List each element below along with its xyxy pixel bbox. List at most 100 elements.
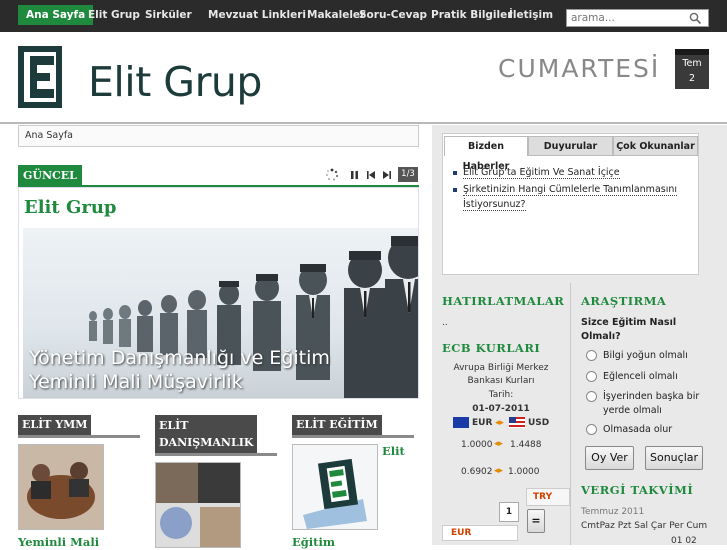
ecb-line-2: Bankası Kurları xyxy=(467,376,535,386)
news-item[interactable]: Şirketinizin Hangi Cümlelerle Tanımlanma… xyxy=(453,183,678,197)
nav-item-soru-cevap[interactable]: Soru-Cevap xyxy=(359,5,427,25)
currency-usd: USD xyxy=(528,418,550,428)
loading-spinner-icon xyxy=(325,168,339,181)
bullet-icon xyxy=(453,170,457,175)
section-title-line-1: ELİT xyxy=(159,419,189,432)
logo-text: Elit Grup xyxy=(88,58,262,106)
feature-caption: Yönetim Danışmanlığı ve Eğitim Yeminli M… xyxy=(29,346,330,394)
vote-button[interactable]: Oy Ver xyxy=(585,446,634,470)
section-elit-ymm: ELİT YMM xyxy=(18,415,140,438)
poll-option-label: İşyerinden başka bir xyxy=(603,391,700,402)
news-item-text[interactable]: Şirketinizin Hangi Cümlelerle Tanımlanma… xyxy=(463,184,678,196)
top-navigation: Ana Sayfa Elit Grup Sirküler Mevzuat Lin… xyxy=(0,0,727,32)
exchange-arrows-icon: ◂▸ xyxy=(495,418,505,428)
previous-icon[interactable] xyxy=(366,168,376,182)
rate-2b: 1.0000 xyxy=(508,467,540,477)
logo-mark-icon xyxy=(18,46,62,108)
meeting-photo-icon xyxy=(19,445,103,529)
section-divider xyxy=(155,453,277,456)
converter-from-currency[interactable]: EUR xyxy=(442,525,518,541)
exchange-arrows-icon: ◂▸ xyxy=(494,439,504,449)
radio-button[interactable] xyxy=(586,391,597,402)
nav-item-ana-sayfa[interactable]: Ana Sayfa xyxy=(18,5,94,25)
ecb-title: ECB KURLARI xyxy=(442,341,541,355)
currency-eur: EUR xyxy=(472,418,493,428)
poll-question: Sizce Eğitim Nasıl Olmalı? xyxy=(581,317,677,342)
converter-amount-input[interactable]: 1 xyxy=(499,502,519,522)
ecb-line-1: Avrupa Birliği Merkez xyxy=(453,363,549,373)
feature-caption-line-2: Yeminli Mali Müşavirlik xyxy=(29,371,243,393)
slide-counter: 1/3 xyxy=(398,167,418,182)
news-item-continuation[interactable]: İstiyorsunuz? xyxy=(463,198,526,212)
news-tabs-box: Bizden Haberler Duyurular Çok Okunanlar … xyxy=(442,133,699,275)
section-image-elit-danismanlik[interactable] xyxy=(155,462,241,548)
tab-bizden-haberler[interactable]: Bizden Haberler xyxy=(444,136,528,172)
nav-item-iletisim[interactable]: İletişim xyxy=(509,5,553,25)
calendar-badge: Tem 2 xyxy=(675,49,709,89)
feature-title[interactable]: Elit Grup xyxy=(24,197,117,218)
feature-caption-line-1: Yönetim Danışmanlığı ve Eğitim xyxy=(29,347,330,369)
section-link-elit-egitim[interactable]: Eğitim xyxy=(292,535,335,549)
poll-option-label: yerde olmalı xyxy=(603,405,662,416)
rate-1b: 1.4488 xyxy=(510,440,542,450)
bullet-icon xyxy=(453,187,457,192)
search-icon[interactable] xyxy=(689,12,702,25)
ecb-date: 01-07-2011 xyxy=(472,404,530,414)
tax-calendar-title: VERGİ TAKVİMİ xyxy=(581,483,694,497)
nav-item-mevzuat-linkleri[interactable]: Mevzuat Linkleri xyxy=(208,5,306,25)
exchange-arrows-icon: ◂▸ xyxy=(494,466,504,476)
tab-cok-okunanlar[interactable]: Çok Okunanlar xyxy=(613,136,698,156)
tax-calendar-days-header: CmtPaz Pzt Sal Çar Per Cum xyxy=(581,521,708,531)
news-item-text[interactable]: Elit Grup'ta Eğitim Ve Sanat İçiçe xyxy=(463,167,620,179)
calendar-month: Tem xyxy=(682,58,702,69)
guncel-label: GÜNCEL xyxy=(18,165,82,187)
section-title-elit-egitim[interactable]: ELİT EĞİTİM xyxy=(292,415,382,435)
us-flag-icon xyxy=(509,417,525,428)
section-side-link-elit-egitim[interactable]: Elit xyxy=(382,444,405,458)
eu-flag-icon xyxy=(453,417,469,428)
next-icon[interactable] xyxy=(382,168,392,182)
radio-button[interactable] xyxy=(586,350,597,361)
results-button[interactable]: Sonuçlar xyxy=(645,446,703,470)
search-box xyxy=(566,9,709,27)
rate-1a: 1.0000 xyxy=(461,440,493,450)
radio-button[interactable] xyxy=(586,424,597,435)
section-elit-egitim: ELİT EĞİTİM xyxy=(292,415,414,438)
feature-slide[interactable]: Elit Grup Yönetim Danışmanlığı ve Eğitim… xyxy=(18,187,419,399)
section-divider xyxy=(18,435,140,438)
poll-option-label: Bilgi yoğun olmalı xyxy=(603,350,688,361)
section-image-elit-ymm[interactable] xyxy=(18,444,104,530)
education-logo-icon xyxy=(293,445,377,529)
section-image-elit-egitim[interactable] xyxy=(292,444,378,530)
column-separator xyxy=(570,283,571,545)
pause-icon[interactable] xyxy=(350,168,359,182)
nav-item-makaleler[interactable]: Makaleler xyxy=(307,5,365,25)
poll-option-label: Eğlenceli olmalı xyxy=(603,371,678,382)
news-item[interactable]: Elit Grup'ta Eğitim Ve Sanat İçiçe xyxy=(453,166,620,180)
search-input[interactable] xyxy=(567,10,685,26)
section-link-elit-ymm[interactable]: Yeminli Mali xyxy=(18,535,99,549)
reminders-title: HATIRLATMALAR xyxy=(442,294,565,308)
tab-duyurular[interactable]: Duyurular xyxy=(528,136,613,156)
section-title-elit-danismanlik[interactable]: ELİT DANIŞMANLIK xyxy=(155,415,258,453)
reminders-text: .. xyxy=(442,318,448,328)
tax-calendar-row-1[interactable]: 01 02 xyxy=(671,535,697,548)
guncel-bar: GÜNCEL 1/3 xyxy=(18,165,419,187)
news-item-text[interactable]: İstiyorsunuz? xyxy=(463,199,526,211)
calendar-day: 2 xyxy=(688,73,696,84)
radio-button[interactable] xyxy=(586,371,597,382)
nav-item-pratik-bilgiler[interactable]: Pratik Bilgiler xyxy=(431,5,512,25)
nav-item-sirkuler[interactable]: Sirküler xyxy=(145,5,192,25)
nav-item-elit-grup[interactable]: Elit Grup xyxy=(88,5,140,25)
section-title-line-2: DANIŞMANLIK xyxy=(159,436,254,449)
section-title-elit-ymm[interactable]: ELİT YMM xyxy=(18,415,92,435)
breadcrumb[interactable]: Ana Sayfa xyxy=(18,125,419,147)
converter-to-currency[interactable]: TRY xyxy=(526,488,570,506)
feature-image: Yönetim Danışmanlığı ve Eğitim Yeminli M… xyxy=(23,228,418,398)
section-divider xyxy=(292,435,414,438)
ecb-line-3: Tarih: xyxy=(488,390,514,400)
site-header: Elit Grup CUMARTESİ Tem 2 xyxy=(0,32,727,124)
rate-2a: 0.6902 xyxy=(461,467,493,477)
convert-equals-button[interactable]: = xyxy=(527,509,545,533)
logo[interactable]: Elit Grup xyxy=(18,44,262,112)
